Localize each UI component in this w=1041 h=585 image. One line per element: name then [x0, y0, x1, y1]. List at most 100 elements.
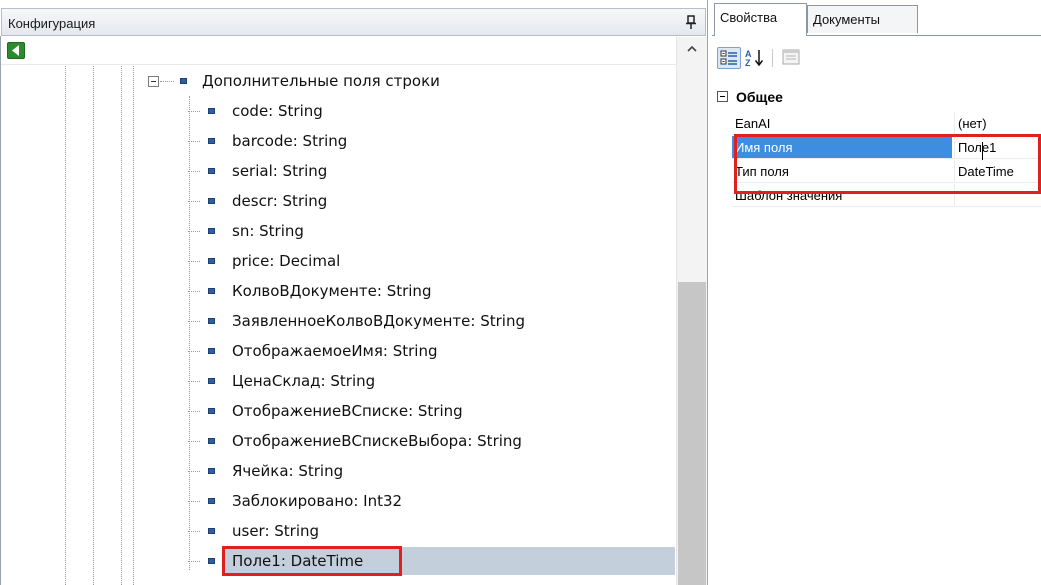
- field-icon: [208, 468, 215, 474]
- arrow-left-icon: [12, 45, 19, 56]
- field-group-icon: [180, 78, 187, 84]
- properties-panel: Свойства Документы A Z Общее EanAI (нет)…: [712, 0, 1041, 585]
- tree-item[interactable]: code: String: [0, 96, 675, 126]
- tree-connector: [188, 261, 200, 262]
- tree-connector: [160, 81, 174, 82]
- tree-connector: [188, 171, 200, 172]
- tree-connector: [188, 141, 200, 142]
- field-icon: [208, 498, 215, 504]
- tree-item-label: user: String: [232, 522, 320, 540]
- field-icon: [208, 108, 215, 114]
- tree-item[interactable]: descr: String: [0, 186, 675, 216]
- field-icon: [208, 258, 215, 264]
- panel-title: Конфигурация: [8, 16, 96, 31]
- tree-item-label: Ячейка: String: [232, 462, 344, 480]
- annotation-highlight-box: [734, 134, 1041, 194]
- tree-item-label: Заблокировано: Int32: [232, 492, 403, 510]
- tree-connector: [188, 471, 200, 472]
- tree-item[interactable]: Поле1: DateTime: [0, 546, 675, 576]
- tree-connector: [188, 291, 200, 292]
- field-icon: [208, 168, 215, 174]
- tree-item[interactable]: ОтображениеВСписке: String: [0, 396, 675, 426]
- scroll-thumb[interactable]: [678, 282, 706, 585]
- field-icon: [208, 378, 215, 384]
- scroll-up-button[interactable]: [677, 37, 707, 61]
- field-icon: [208, 528, 215, 534]
- tree-item-label: ЦенаСклад: String: [232, 372, 376, 390]
- field-icon: [208, 318, 215, 324]
- tree-connector: [188, 561, 200, 562]
- tree-connector: [188, 381, 200, 382]
- tree-item-label: descr: String: [232, 192, 328, 210]
- annotation-highlight-box: [222, 546, 402, 576]
- property-name: EanAI: [735, 116, 771, 131]
- field-icon: [208, 438, 215, 444]
- tab-documents[interactable]: Документы: [807, 5, 918, 33]
- category-row[interactable]: Общее: [712, 84, 1041, 110]
- tree-toolbar: [1, 37, 676, 65]
- field-icon: [208, 558, 215, 564]
- tree-item-label: ОтображениеВСпискеВыбора: String: [232, 432, 522, 450]
- tree-item[interactable]: Заблокировано: Int32: [0, 486, 675, 516]
- tree-connector: [188, 111, 200, 112]
- sort-alphabetical-button[interactable]: A Z: [743, 47, 767, 69]
- tree-item-label: КолвоВДокументе: String: [232, 282, 432, 300]
- tree-item[interactable]: ЗаявленноеКолвоВДокументе: String: [0, 306, 675, 336]
- pin-icon[interactable]: [685, 14, 697, 30]
- text-cursor: [982, 142, 983, 160]
- properties-toolbar: A Z: [712, 36, 1041, 78]
- tree-connector: [188, 321, 200, 322]
- tree-item-label: code: String: [232, 102, 323, 120]
- property-row-eanai[interactable]: EanAI (нет): [732, 112, 1041, 135]
- tree-item-label: sn: String: [232, 222, 304, 240]
- vertical-scrollbar[interactable]: [676, 37, 707, 585]
- tree-item-label: ОтображениеВСписке: String: [232, 402, 463, 420]
- tab-properties[interactable]: Свойства: [714, 3, 807, 36]
- tab-bar: Свойства Документы: [712, 0, 1041, 36]
- property-pages-icon: [782, 49, 800, 65]
- field-icon: [208, 228, 215, 234]
- tree-item[interactable]: serial: String: [0, 156, 675, 186]
- collapse-toggle-icon[interactable]: [717, 91, 728, 102]
- back-button[interactable]: [7, 42, 25, 59]
- tree-item[interactable]: ОтображаемоеИмя: String: [0, 336, 675, 366]
- tree-item[interactable]: ОтображениеВСпискеВыбора: String: [0, 426, 675, 456]
- tree-item-label: ЗаявленноеКолвоВДокументе: String: [232, 312, 525, 330]
- tree-node-additional-fields[interactable]: Дополнительные поля строки: [0, 66, 675, 96]
- tree-item[interactable]: ЦенаСклад: String: [0, 366, 675, 396]
- field-icon: [208, 408, 215, 414]
- tree-connector: [188, 231, 200, 232]
- tree-item[interactable]: user: String: [0, 516, 675, 546]
- tree-item[interactable]: sn: String: [0, 216, 675, 246]
- tree-connector: [188, 531, 200, 532]
- field-icon: [208, 138, 215, 144]
- tree-item-label: ОтображаемоеИмя: String: [232, 342, 438, 360]
- tree-connector: [188, 411, 200, 412]
- tree-node-label: Дополнительные поля строки: [202, 72, 440, 90]
- tree-connector: [188, 501, 200, 502]
- tree-item[interactable]: КолвоВДокументе: String: [0, 276, 675, 306]
- sort-az-icon: A Z: [745, 49, 764, 68]
- field-icon: [208, 348, 215, 354]
- property-pages-button[interactable]: [780, 47, 804, 69]
- configuration-panel: Конфигурация Дополнительные поля строки …: [0, 0, 708, 585]
- tree-item[interactable]: Ячейка: String: [0, 456, 675, 486]
- property-value[interactable]: (нет): [954, 112, 1041, 134]
- field-icon: [208, 198, 215, 204]
- tree-item[interactable]: price: Decimal: [0, 246, 675, 276]
- collapse-toggle-icon[interactable]: [148, 76, 159, 87]
- tree-item-label: serial: String: [232, 162, 328, 180]
- chevron-up-icon: [687, 45, 697, 52]
- svg-text:Z: Z: [745, 58, 751, 68]
- panel-border: [707, 0, 708, 585]
- categorized-icon: [720, 50, 737, 65]
- tree-item[interactable]: barcode: String: [0, 126, 675, 156]
- categorized-button[interactable]: [717, 47, 741, 69]
- tree-connector: [188, 351, 200, 352]
- tree-item-label: price: Decimal: [232, 252, 341, 270]
- category-label: Общее: [736, 89, 783, 105]
- tree-connector: [188, 201, 200, 202]
- tree-item-label: barcode: String: [232, 132, 348, 150]
- panel-header: Конфигурация: [1, 8, 706, 36]
- field-icon: [208, 288, 215, 294]
